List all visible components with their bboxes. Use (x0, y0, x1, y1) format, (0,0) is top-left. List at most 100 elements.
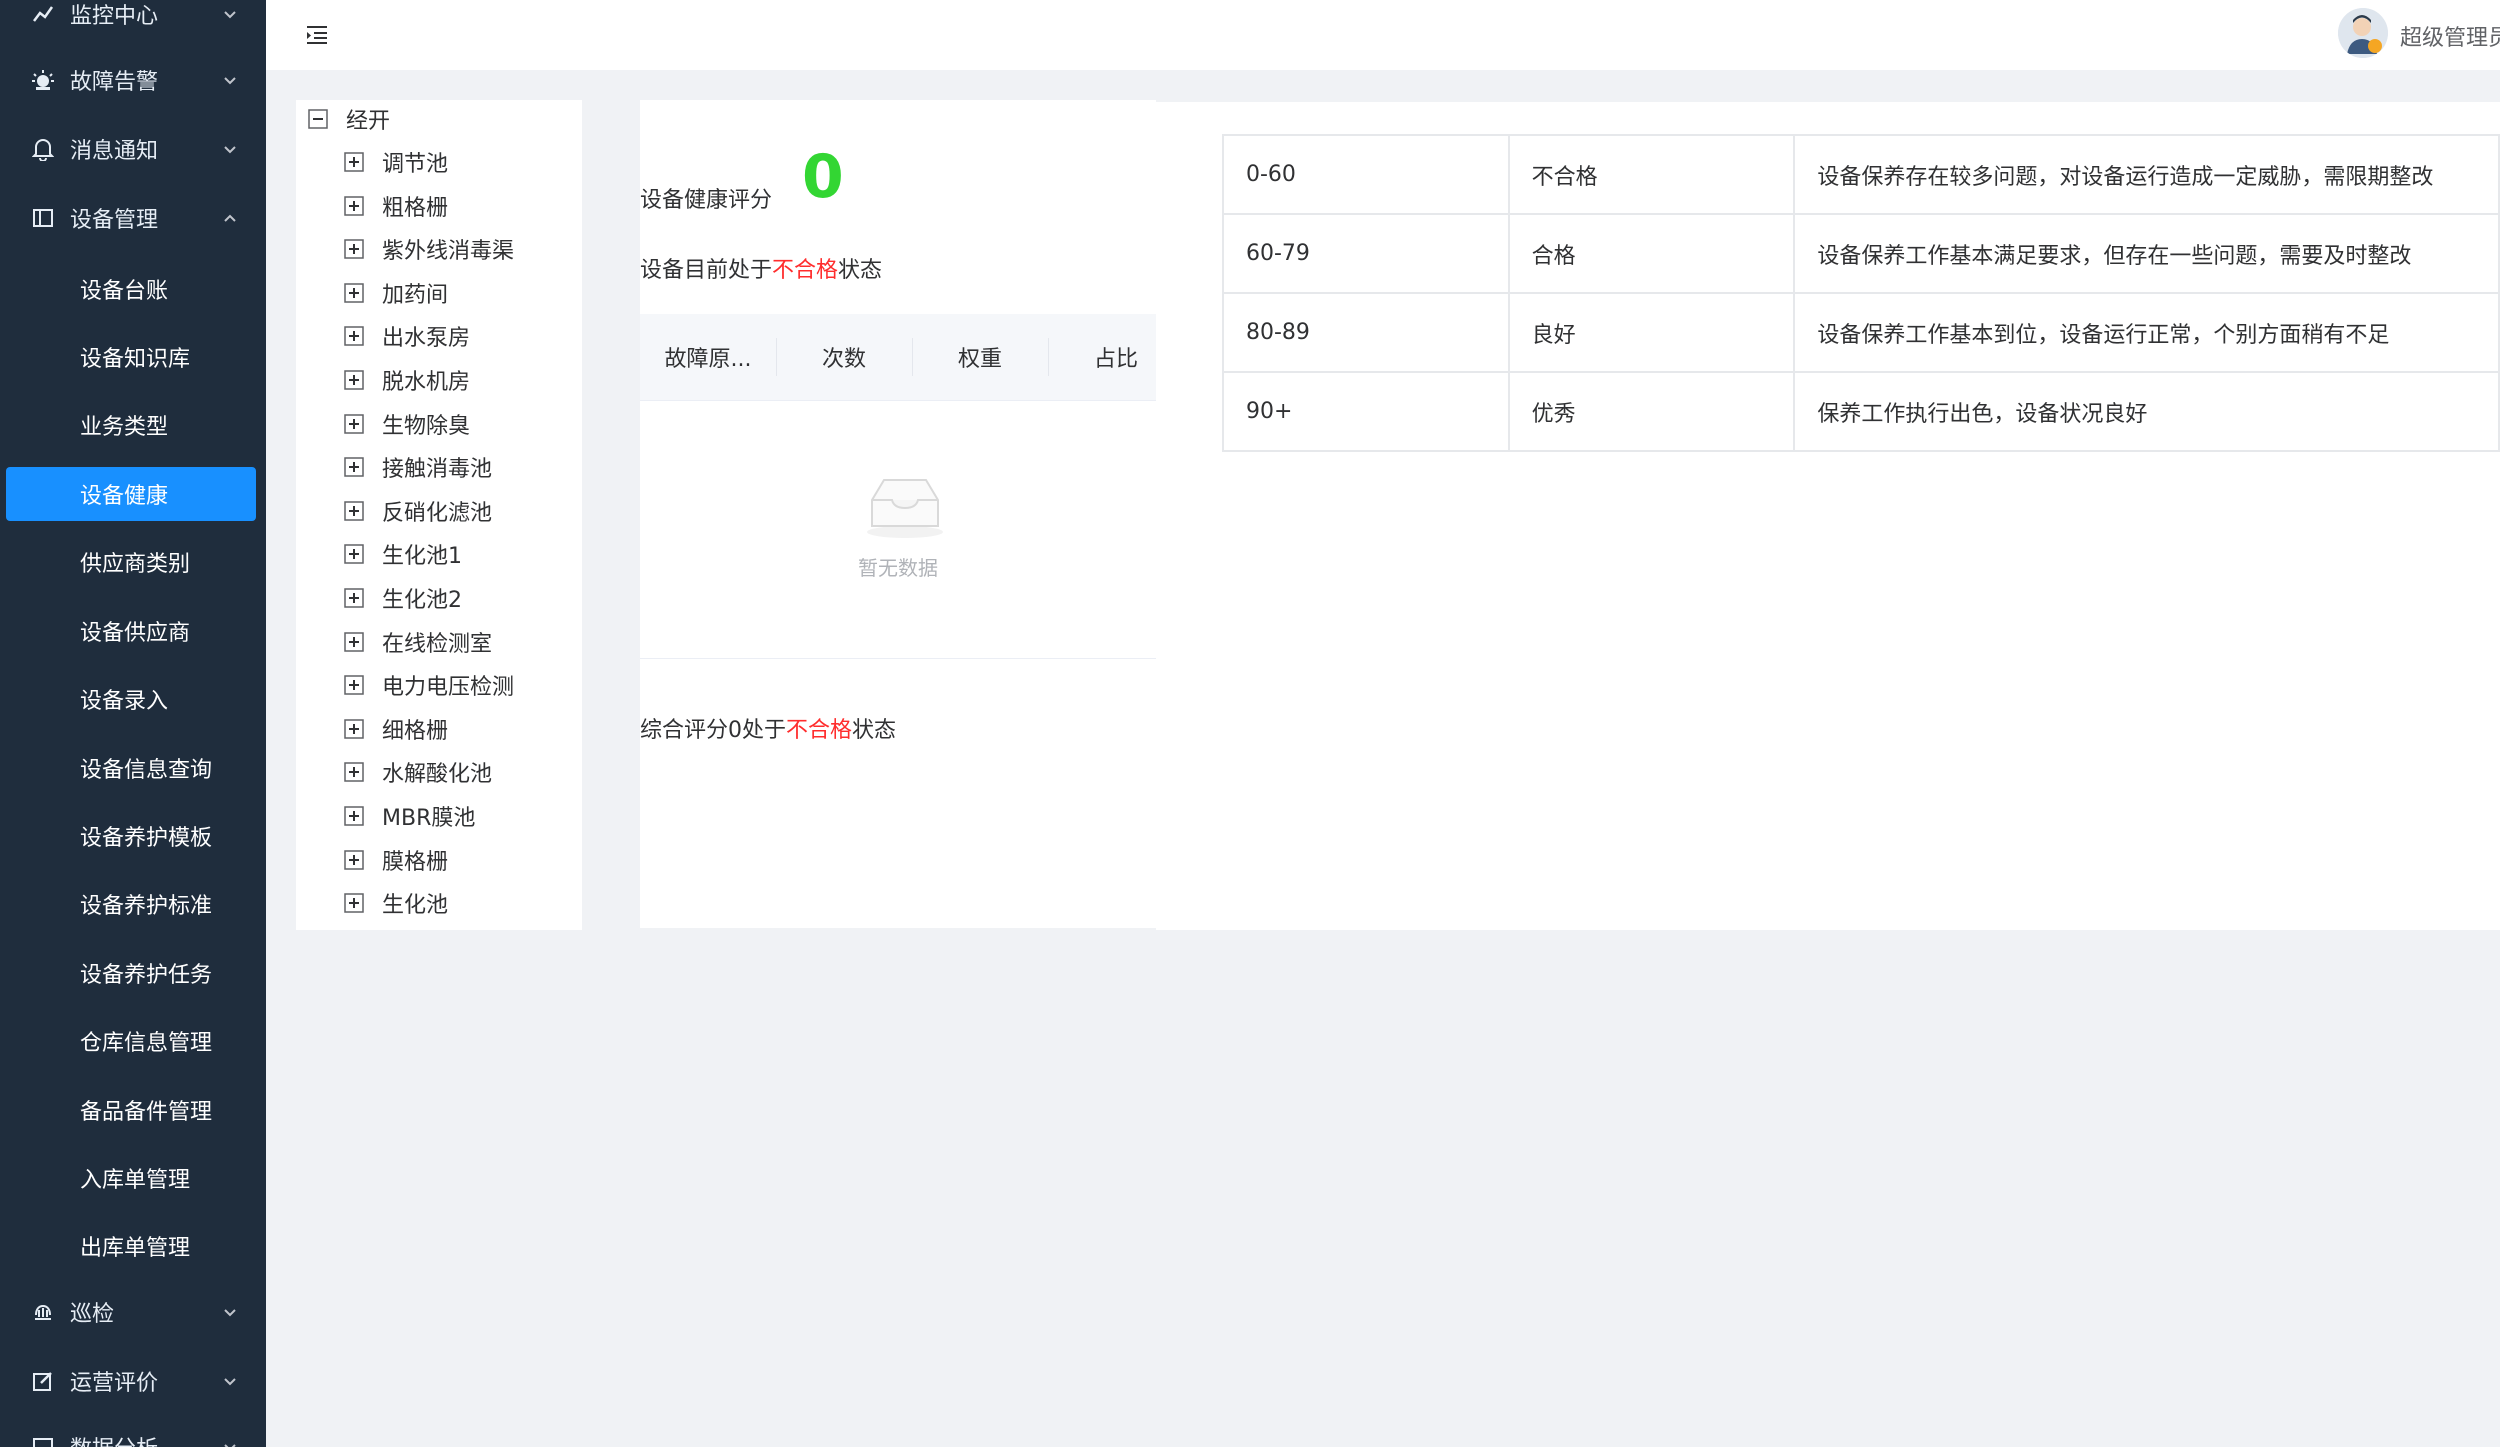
sidebar-item-label: 设备养护任务 (80, 963, 213, 988)
sidebar-item-outbound-orders[interactable]: 出库单管理 (6, 1219, 256, 1273)
score-value: 0 (802, 142, 844, 212)
sidebar-item-device-knowledge[interactable]: 设备知识库 (6, 330, 256, 384)
tree-node-label: MBR膜池 (382, 806, 476, 831)
tree-node[interactable]: 反硝化滤池 (344, 494, 492, 528)
expand-icon[interactable] (344, 893, 364, 913)
user-name[interactable]: 超级管理员 (2400, 20, 2500, 52)
expand-icon[interactable] (344, 152, 364, 172)
sidebar-item-label: 业务类型 (80, 415, 169, 440)
expand-icon[interactable] (344, 544, 364, 565)
table-row: 90+ 优秀 保养工作执行出色，设备状况良好 (1222, 371, 2500, 452)
tree-node[interactable]: 生物除臭 (344, 407, 470, 441)
sidebar-item-maintenance-standard[interactable]: 设备养护标准 (6, 877, 256, 931)
sidebar-item-spare-parts[interactable]: 备品备件管理 (6, 1083, 256, 1137)
expand-icon[interactable] (344, 457, 364, 477)
sidebar-item-maintenance-template[interactable]: 设备养护模板 (6, 809, 256, 863)
sidebar-item-label: 供应商类别 (80, 552, 191, 577)
expand-icon[interactable] (344, 588, 364, 608)
status-suffix: 状态 (838, 258, 883, 283)
menu-message-notify[interactable]: 消息通知 (0, 115, 266, 183)
sidebar-item-label: 设备健康 (80, 484, 169, 509)
sidebar-item-label: 仓库信息管理 (80, 1031, 213, 1056)
tree-node-label: 在线检测室 (382, 631, 493, 657)
description-cell: 保养工作执行出色，设备状况良好 (1793, 371, 2500, 452)
tree-node[interactable]: 生化池 (344, 886, 448, 920)
edit-icon (28, 1366, 58, 1396)
alarm-icon (28, 65, 58, 95)
menu-label: 巡检 (70, 1302, 115, 1327)
sidebar-item-supplier-category[interactable]: 供应商类别 (6, 535, 256, 589)
menu-device-management[interactable]: 设备管理 (0, 184, 266, 252)
table-row: 0-60 不合格 设备保养存在较多问题，对设备运行造成一定威胁，需限期整改 (1222, 134, 2500, 215)
sidebar-item-label: 出库单管理 (80, 1236, 191, 1261)
expand-icon[interactable] (344, 413, 364, 434)
tree-node[interactable]: 生化池2 (344, 581, 462, 615)
sidebar-item-device-supplier[interactable]: 设备供应商 (6, 604, 256, 658)
tree-node[interactable]: 在线检测室 (344, 625, 492, 659)
collapse-icon[interactable] (308, 109, 328, 129)
column-weight[interactable]: 权重 (912, 314, 1048, 400)
sidebar-item-device-health[interactable]: 设备健康 (6, 467, 256, 521)
tree-node-label: 电力电压检测 (382, 675, 515, 701)
tree-node-root[interactable]: 经开 (308, 102, 390, 136)
expand-icon[interactable] (344, 675, 364, 695)
chart-icon (28, 0, 58, 29)
description-cell: 设备保养存在较多问题，对设备运行造成一定威胁，需限期整改 (1793, 134, 2500, 215)
menu-label: 消息通知 (70, 139, 159, 164)
tree-node[interactable]: 膜格栅 (344, 843, 448, 877)
menu-patrol[interactable]: 巡检 (0, 1278, 266, 1346)
sidebar-item-label: 入库单管理 (80, 1168, 191, 1193)
sidebar-item-device-entry[interactable]: 设备录入 (6, 672, 256, 726)
tree-node-label: 粗格栅 (382, 195, 449, 221)
sidebar-item-warehouse-info[interactable]: 仓库信息管理 (6, 1014, 256, 1068)
sidebar-item-inbound-orders[interactable]: 入库单管理 (6, 1151, 256, 1205)
tree-node[interactable]: MBR膜池 (344, 799, 475, 833)
tree-node[interactable]: 加药间 (344, 276, 448, 310)
sidebar-item-device-ledger[interactable]: 设备台账 (6, 262, 256, 316)
expand-icon[interactable] (344, 806, 364, 826)
menu-operation-evaluation[interactable]: 运营评价 (0, 1347, 266, 1415)
sidebar: 监控中心 故障告警 消息通知 设备管理 设备台账 设备知识库 业务类型 设备健康… (0, 0, 266, 1447)
expand-icon[interactable] (344, 501, 364, 521)
menu-data-analysis[interactable]: 数据分析 (0, 1413, 266, 1447)
sidebar-item-maintenance-task[interactable]: 设备养护任务 (6, 946, 256, 1000)
avatar[interactable] (2338, 8, 2388, 58)
sidebar-item-device-info-query[interactable]: 设备信息查询 (6, 741, 256, 795)
expand-icon[interactable] (344, 849, 364, 870)
tree-node[interactable]: 接触消毒池 (344, 450, 492, 484)
menu-fault-alarm[interactable]: 故障告警 (0, 46, 266, 114)
column-count[interactable]: 次数 (776, 314, 912, 400)
tree-node-label: 水解酸化池 (382, 762, 493, 788)
expand-icon[interactable] (344, 283, 364, 303)
tree-node[interactable]: 出水泵房 (344, 319, 470, 353)
expand-icon[interactable] (344, 719, 364, 739)
sidebar-item-business-type[interactable]: 业务类型 (6, 398, 256, 452)
tree-node[interactable]: 紫外线消毒渠 (344, 232, 514, 266)
summary-value: 不合格 (786, 718, 853, 743)
menu-label: 故障告警 (70, 70, 159, 95)
expand-icon[interactable] (344, 370, 364, 390)
menu-toggle-icon[interactable] (304, 22, 330, 48)
data-icon (28, 1432, 58, 1447)
tree-node[interactable]: 电力电压检测 (344, 668, 514, 702)
status-line: 设备目前处于不合格状态 (640, 252, 882, 284)
tree-node[interactable]: 生化池1 (344, 537, 462, 571)
tree-node-label: 生化池1 (382, 544, 462, 570)
tree-node[interactable]: 水解酸化池 (344, 755, 492, 789)
tree-node[interactable]: 脱水机房 (344, 363, 470, 397)
table-row: 80-89 良好 设备保养工作基本到位，设备运行正常，个别方面稍有不足 (1222, 292, 2500, 373)
tree-node[interactable]: 调节池 (344, 145, 448, 179)
expand-icon[interactable] (344, 195, 364, 216)
tree-node-label: 膜格栅 (382, 849, 449, 875)
expand-icon[interactable] (344, 239, 364, 259)
expand-icon[interactable] (344, 326, 364, 347)
tree-node[interactable]: 细格栅 (344, 712, 448, 746)
menu-monitor-center[interactable]: 监控中心 (0, 0, 266, 48)
column-fault-reason[interactable]: 故障原... (640, 314, 776, 400)
chevron-down-icon (224, 77, 236, 85)
expand-icon[interactable] (344, 631, 364, 652)
expand-icon[interactable] (344, 762, 364, 783)
tree-node[interactable]: 粗格栅 (344, 189, 448, 223)
grade-cell: 优秀 (1507, 371, 1796, 452)
top-header: 超级管理员 (266, 0, 2500, 70)
